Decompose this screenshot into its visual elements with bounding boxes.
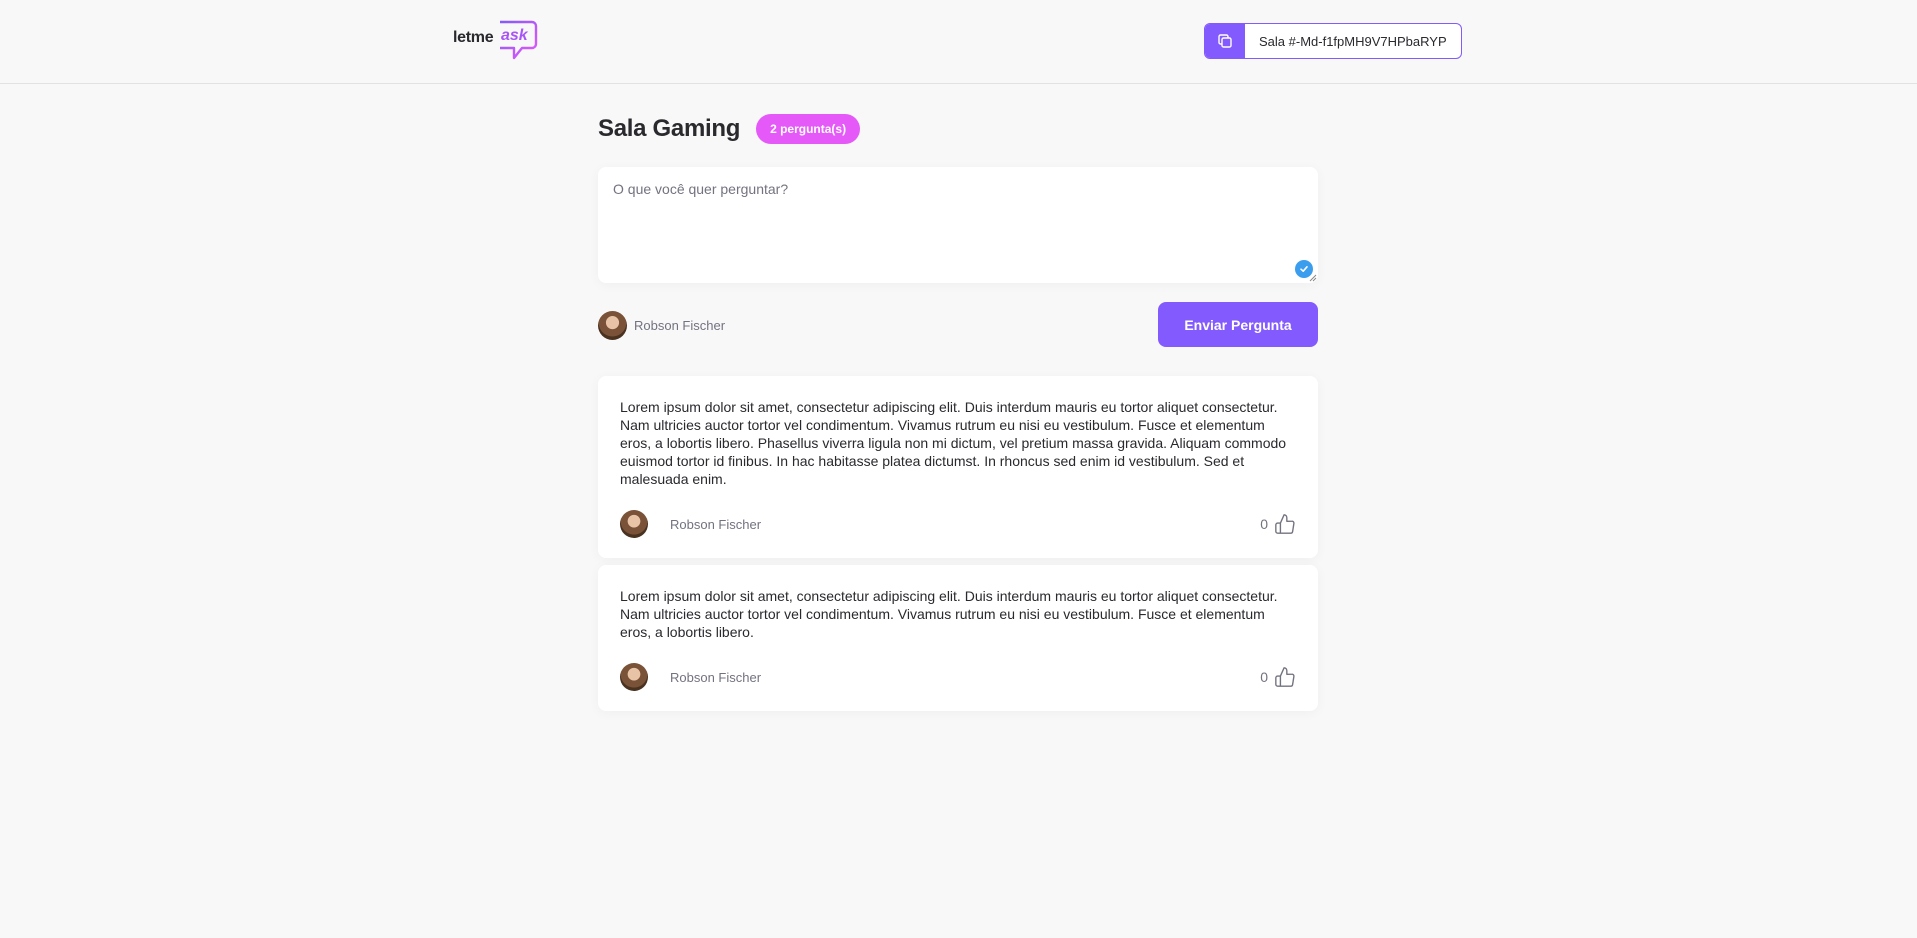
send-question-button[interactable]: Enviar Pergunta	[1158, 302, 1318, 347]
thumbs-up-icon	[1275, 667, 1295, 687]
logo-text-ask: ask	[501, 27, 528, 44]
question-textarea-wrapper	[598, 167, 1318, 283]
question-content: Lorem ipsum dolor sit amet, consectetur …	[620, 588, 1278, 640]
question-list: Lorem ipsum dolor sit amet, consectetur …	[598, 376, 1318, 718]
question-footer: Robson Fischer 0	[620, 510, 1296, 538]
avatar	[598, 311, 627, 340]
question-textarea[interactable]	[598, 167, 1318, 283]
question-card: Lorem ipsum dolor sit amet, consectetur …	[598, 376, 1318, 558]
like-button[interactable]: 0	[1260, 513, 1296, 535]
question-card: Lorem ipsum dolor sit amet, consectetur …	[598, 565, 1318, 711]
current-user-name: Robson Fischer	[634, 318, 726, 333]
question-author-name: Robson Fischer	[670, 516, 762, 532]
question-author-name: Robson Fischer	[670, 669, 762, 685]
letmeask-logo[interactable]: letme ask	[452, 20, 540, 62]
room-code-button[interactable]: Sala #-Md-f1fpMH9V7HPbaRYP	[1204, 23, 1462, 59]
resize-grip-icon[interactable]	[1309, 274, 1317, 282]
copy-icon	[1218, 34, 1232, 48]
room-title: Sala Gaming	[598, 115, 741, 142]
question-author: Robson Fischer	[620, 510, 761, 538]
top-header: letme ask Sala #-Md-f1fpMH9V7HPbaRYP	[0, 0, 1917, 84]
question-content: Lorem ipsum dolor sit amet, consectetur …	[620, 399, 1287, 487]
like-count: 0	[1260, 669, 1268, 685]
like-button[interactable]: 0	[1260, 666, 1296, 688]
question-footer: Robson Fischer 0	[620, 663, 1296, 691]
thumbs-up-icon	[1275, 514, 1295, 534]
room-code-text: Sala #-Md-f1fpMH9V7HPbaRYP	[1259, 33, 1447, 49]
avatar	[620, 510, 648, 538]
like-count: 0	[1260, 516, 1268, 532]
room-title-row: Sala Gaming 2 pergunta(s)	[598, 114, 861, 144]
avatar	[620, 663, 648, 691]
logo-text-letme: letme	[453, 29, 494, 46]
question-count-badge: 2 pergunta(s)	[756, 114, 861, 144]
form-footer: Robson Fischer Enviar Pergunta	[598, 302, 1318, 347]
copy-icon-box	[1205, 24, 1245, 58]
current-user-info: Robson Fischer	[598, 311, 725, 340]
question-author: Robson Fischer	[620, 663, 761, 691]
